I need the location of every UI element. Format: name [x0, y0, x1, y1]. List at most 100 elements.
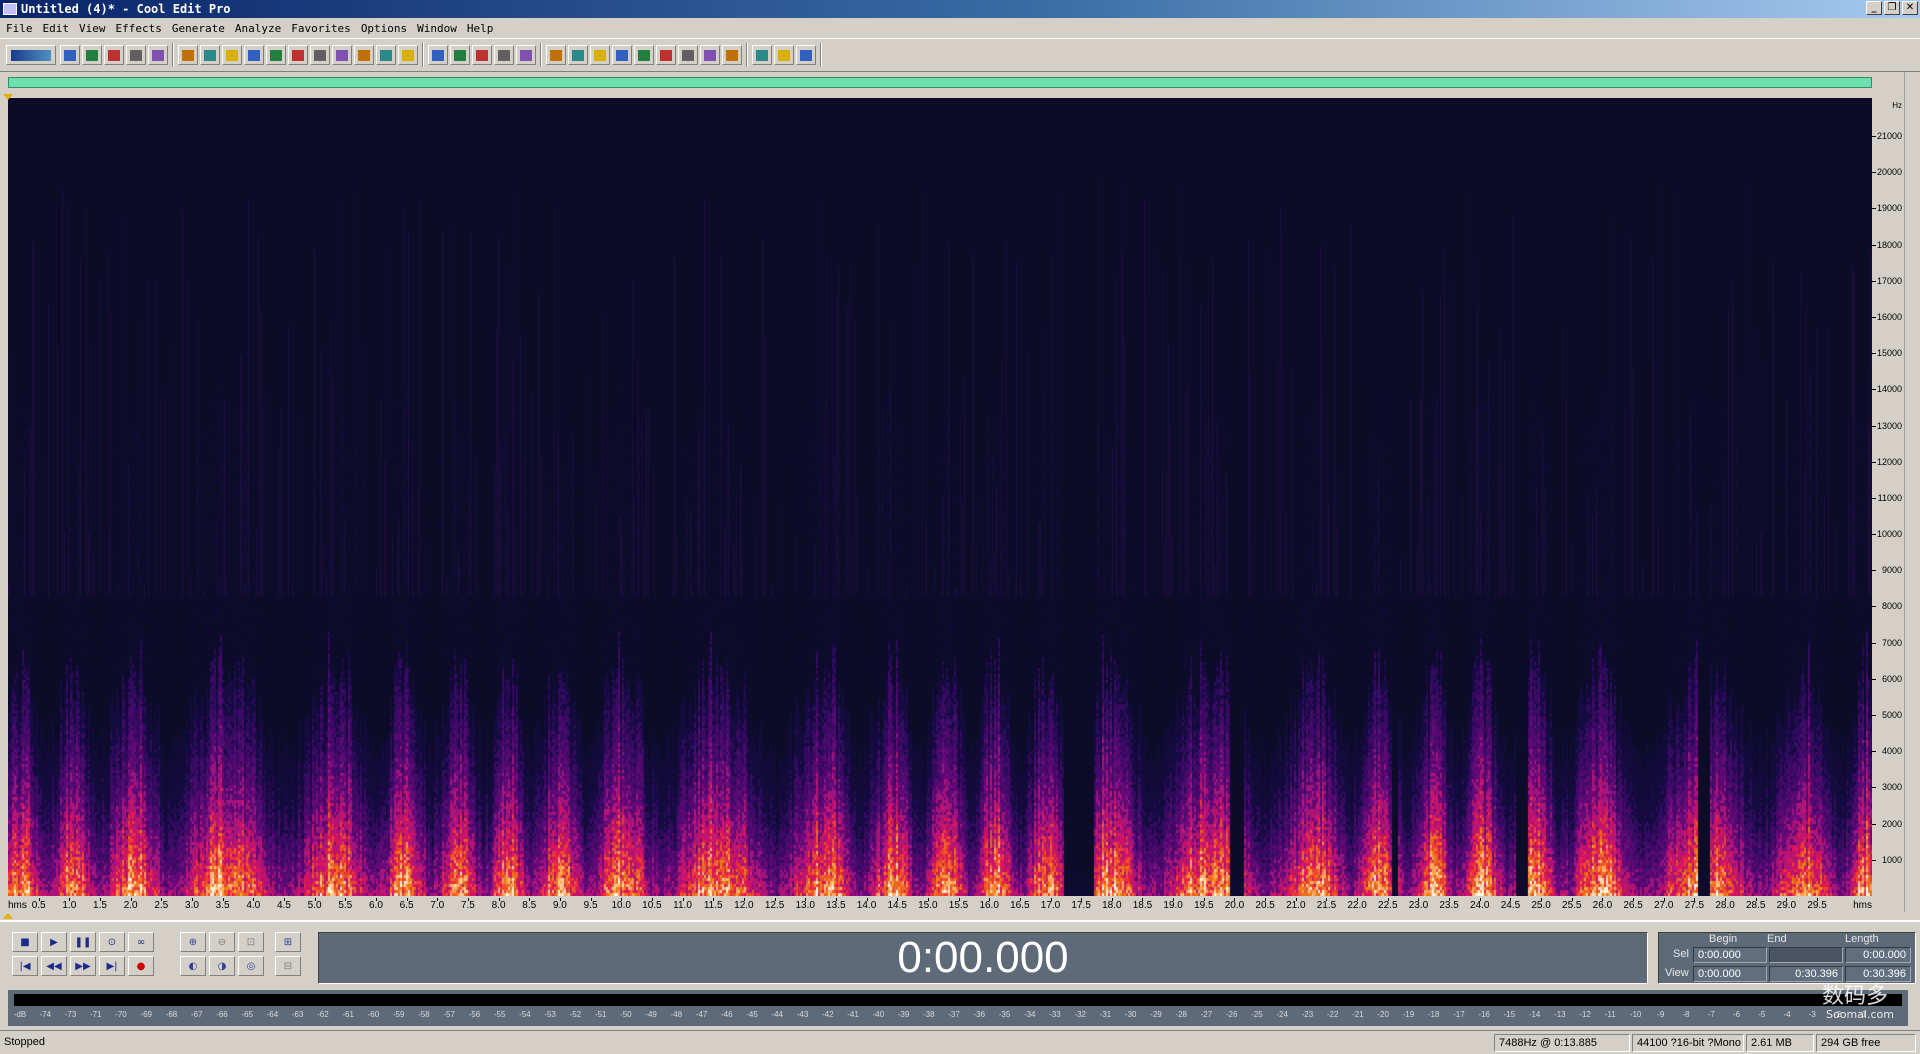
sel-label: Sel [1673, 948, 1689, 960]
zoom-vertical-out-icon[interactable]: ⊟ [275, 956, 301, 976]
spectrogram-canvas[interactable] [8, 98, 1872, 896]
close-icon[interactable]: ✕ [1902, 1, 1918, 15]
zoom-out-icon[interactable]: ⊖ [209, 932, 235, 952]
go-to-start-icon[interactable]: |◀ [12, 956, 38, 976]
level-meter-label: -50 [620, 1010, 632, 1019]
menu-options[interactable]: Options [356, 22, 412, 35]
copy-icon[interactable] [244, 45, 264, 65]
zoom-fit-icon[interactable] [472, 45, 492, 65]
frequency-tick [1872, 715, 1876, 717]
time-format-icon[interactable] [656, 45, 676, 65]
undo-icon[interactable] [178, 45, 198, 65]
time-tick [1173, 898, 1175, 901]
time-unit-right: hms [1853, 900, 1872, 911]
metronome-icon[interactable] [678, 45, 698, 65]
level-meter-label: -43 [796, 1010, 809, 1019]
zoom-vertical-in-icon[interactable]: ⊞ [275, 932, 301, 952]
level-meter-label: -58 [418, 1010, 430, 1019]
menu-file[interactable]: File [0, 22, 38, 35]
level-meter-label: -62 [317, 1010, 329, 1019]
menu-favorites[interactable]: Favorites [286, 22, 356, 35]
sel-end-field[interactable] [1769, 947, 1843, 963]
menu-window[interactable]: Window [412, 22, 462, 35]
play-list-icon[interactable] [568, 45, 588, 65]
zoom-full-icon[interactable]: ⊡ [238, 932, 264, 952]
play-to-end-icon[interactable]: ⊙ [99, 932, 125, 952]
go-to-end-icon[interactable]: ▶| [99, 956, 125, 976]
restore-icon[interactable]: ❐ [1884, 1, 1900, 15]
menu-generate[interactable]: Generate [167, 22, 230, 35]
fast-forward-icon[interactable]: ▶▶ [70, 956, 96, 976]
repeat-last-icon[interactable] [222, 45, 242, 65]
zoom-left-icon[interactable]: ◐ [180, 956, 206, 976]
pause-icon[interactable]: ❚❚ [70, 932, 96, 952]
rewind-icon[interactable]: ◀◀ [41, 956, 67, 976]
snap-icon[interactable] [398, 45, 418, 65]
time-tick [1541, 898, 1543, 901]
cue-list-icon[interactable] [546, 45, 566, 65]
time-label: 22.0 [1347, 900, 1367, 911]
waveform-view-icon[interactable] [6, 45, 56, 65]
level-meter-label: -37 [948, 1010, 960, 1019]
info-icon[interactable] [590, 45, 610, 65]
time-label: 21.0 [1286, 900, 1306, 911]
end-marker[interactable] [3, 913, 13, 919]
ruler-icon[interactable] [700, 45, 720, 65]
minimize-icon[interactable]: _ [1866, 1, 1882, 15]
record-icon[interactable]: ● [128, 956, 154, 976]
scripts-icon[interactable] [612, 45, 632, 65]
time-label: 19.5 [1194, 900, 1214, 911]
level-meter-label: -14 [1528, 1010, 1541, 1019]
time-label: 29.5 [1807, 900, 1827, 911]
menu-analyze[interactable]: Analyze [230, 22, 286, 35]
mix-paste-icon[interactable] [376, 45, 396, 65]
open-file-icon[interactable] [82, 45, 102, 65]
settings-icon[interactable] [752, 45, 772, 65]
zoom-window-icon[interactable] [494, 45, 514, 65]
zoom-in-icon[interactable]: ⊕ [180, 932, 206, 952]
view-begin-field[interactable]: 0:00.000 [1693, 966, 1767, 982]
play-icon[interactable]: ▶ [41, 932, 67, 952]
frequency-tick [1872, 244, 1876, 246]
level-meter-label: -9 [1657, 1010, 1665, 1019]
menu-edit[interactable]: Edit [38, 22, 75, 35]
help-icon[interactable] [796, 45, 816, 65]
menu-effects[interactable]: Effects [111, 22, 167, 35]
close-file-icon[interactable] [148, 45, 168, 65]
sel-length-field[interactable]: 0:00.000 [1845, 947, 1911, 963]
copy-new-icon[interactable] [266, 45, 286, 65]
vertical-scrollbar[interactable] [1904, 72, 1920, 912]
app-icon[interactable] [3, 3, 17, 15]
zoom-all-icon[interactable] [516, 45, 536, 65]
menu-help[interactable]: Help [462, 22, 499, 35]
spectral-display[interactable] [8, 98, 1872, 896]
cd-track-icon[interactable] [634, 45, 654, 65]
time-tick [1633, 898, 1635, 901]
menu-view[interactable]: View [74, 22, 111, 35]
new-file-icon[interactable] [60, 45, 80, 65]
status-format: 44100 ?16-bit ?Mono [1632, 1034, 1744, 1052]
overview-range-bar[interactable] [8, 77, 1872, 88]
spectral-view-icon[interactable] [428, 45, 448, 65]
time-label: 8.0 [491, 900, 506, 911]
paste-icon[interactable] [332, 45, 352, 65]
waveform-toggle-icon[interactable] [450, 45, 470, 65]
paste-new-icon[interactable] [354, 45, 374, 65]
cut-icon[interactable] [288, 45, 308, 65]
frame-icon[interactable] [722, 45, 742, 65]
zoom-right-icon[interactable]: ◑ [209, 956, 235, 976]
trim-icon[interactable] [310, 45, 330, 65]
stop-icon[interactable]: ■ [12, 932, 38, 952]
time-label: 3.0 [185, 900, 199, 911]
favorites-icon[interactable] [774, 45, 794, 65]
time-label: 27.5 [1684, 900, 1705, 911]
save-icon[interactable] [104, 45, 124, 65]
zoom-selection-icon[interactable]: ◎ [238, 956, 264, 976]
sel-begin-field[interactable]: 0:00.000 [1693, 947, 1767, 963]
redo-icon[interactable] [200, 45, 220, 65]
level-meter-label: -16 [1478, 1010, 1490, 1019]
time-tick [958, 898, 960, 901]
start-marker[interactable] [3, 94, 13, 100]
loop-icon[interactable]: ∞ [128, 932, 154, 952]
open-append-icon[interactable] [126, 45, 146, 65]
